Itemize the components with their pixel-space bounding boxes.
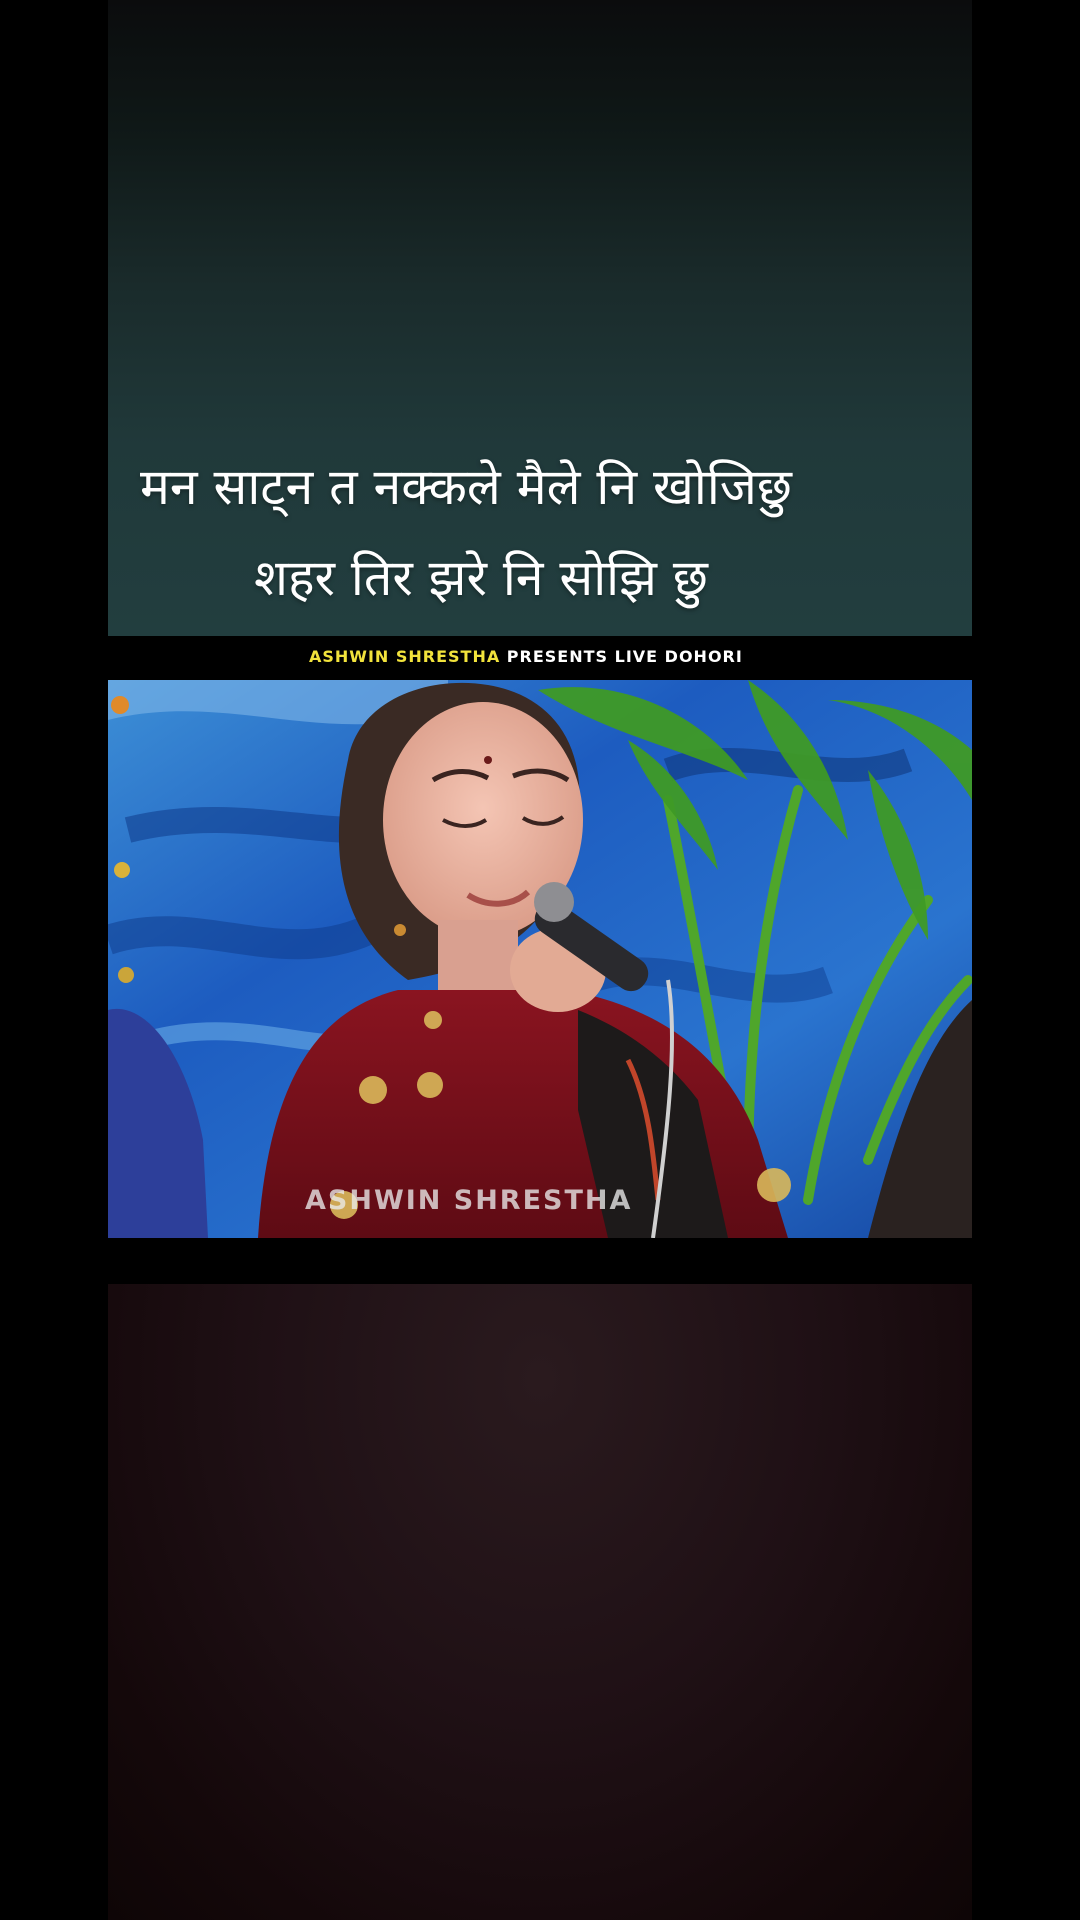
caption-panel bbox=[108, 1284, 972, 1920]
lyric-line-2: शहर तिर झरे नि सोझि छु bbox=[254, 549, 708, 607]
video-banner: ASHWIN SHRESTHA PRESENTS LIVE DOHORI bbox=[108, 636, 972, 680]
video-player[interactable]: ASHWIN SHRESTHA bbox=[108, 680, 972, 1238]
lyric-line-1: मन साट्न त नक्कले मैले नि खोजिछु bbox=[140, 458, 792, 516]
singer-scene-image bbox=[108, 680, 972, 1238]
letterbox-bar bbox=[108, 1238, 972, 1284]
screen: मन साट्न त नक्कले मैले नि खोजिछु शहर तिर… bbox=[0, 0, 1080, 1920]
video-post[interactable]: मन साट्न त नक्कले मैले नि खोजिछु शहर तिर… bbox=[108, 0, 972, 1920]
banner-presenter-name: ASHWIN SHRESTHA bbox=[309, 647, 501, 666]
banner-text: ASHWIN SHRESTHA PRESENTS LIVE DOHORI bbox=[309, 647, 743, 666]
banner-subtitle: PRESENTS LIVE DOHORI bbox=[500, 647, 743, 666]
video-watermark: ASHWIN SHRESTHA bbox=[305, 1185, 633, 1216]
lyrics-panel: मन साट्न त नक्कले मैले नि खोजिछु शहर तिर… bbox=[108, 0, 972, 636]
